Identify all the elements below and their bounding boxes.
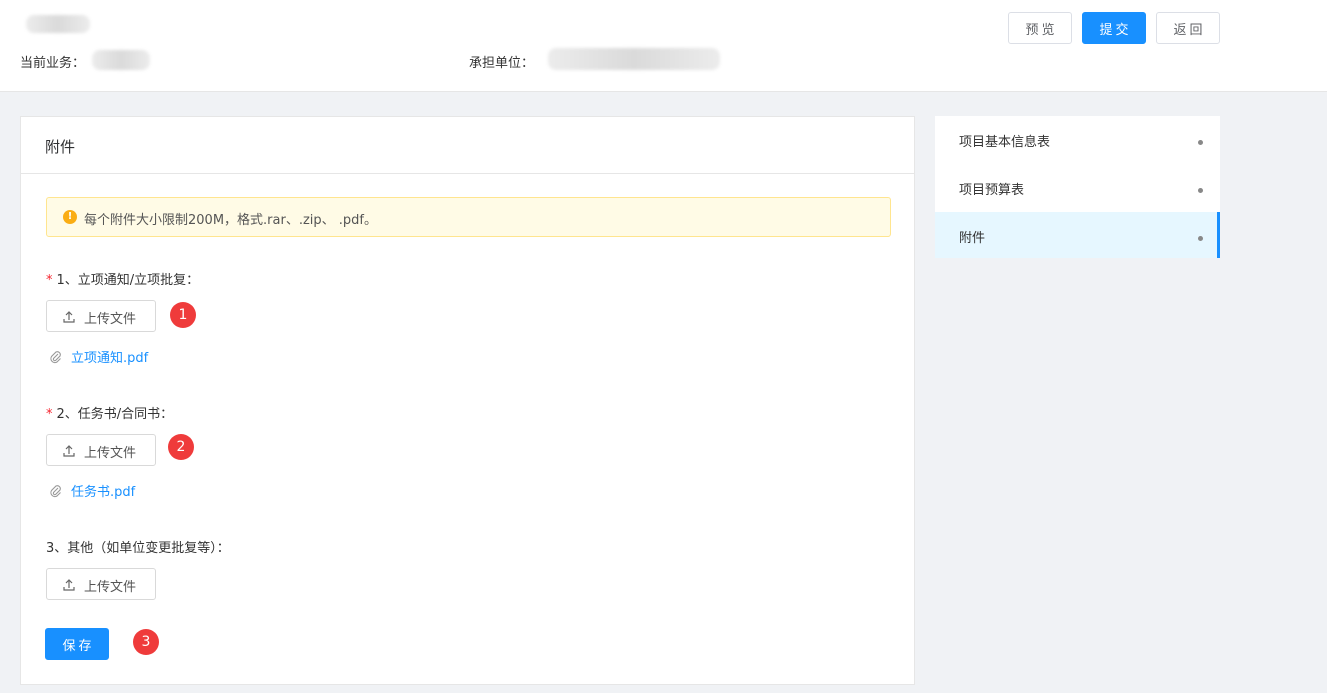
upload-icon [63, 311, 75, 323]
upload-button-3[interactable]: 上传文件 [46, 568, 156, 600]
save-button[interactable]: 保存 [45, 628, 109, 660]
submit-button[interactable]: 提交 [1082, 12, 1146, 44]
attachment-card: 附件 ! 每个附件大小限制200M，格式.rar、.zip、 .pdf。 * 1、… [20, 116, 915, 685]
notice-text: 每个附件大小限制200M，格式.rar、.zip、 .pdf。 [84, 213, 377, 228]
file-link-1[interactable]: 立项通知.pdf [49, 347, 148, 366]
blurred-current-business-value [92, 50, 150, 70]
section-1-label: * 1、立项通知/立项批复： [46, 273, 200, 288]
section-2-label: * 2、任务书/合同书： [46, 407, 174, 422]
size-limit-notice: ! 每个附件大小限制200M，格式.rar、.zip、 .pdf。 [46, 197, 891, 237]
blurred-page-title [26, 15, 90, 33]
file-link-2[interactable]: 任务书.pdf [49, 481, 135, 500]
step-marker-2: 2 [168, 434, 194, 460]
warning-icon: ! [63, 210, 77, 224]
nav-dot-icon [1198, 188, 1203, 193]
required-mark: * [46, 407, 53, 422]
section-3-label: 3、其他（如单位变更批复等）： [46, 541, 230, 556]
step-marker-1: 1 [170, 302, 196, 328]
active-indicator [1217, 212, 1220, 258]
upload-button-1[interactable]: 上传文件 [46, 300, 156, 332]
upload-button-label: 上传文件 [84, 580, 137, 595]
upload-icon [63, 579, 75, 591]
paperclip-icon [50, 351, 61, 364]
page-header: 当前业务： 承担单位： 预览 提交 返回 [0, 0, 1327, 92]
upload-button-label: 上传文件 [84, 446, 137, 461]
card-title: 附件 [21, 117, 914, 174]
nav-dot-icon [1198, 140, 1203, 145]
back-button[interactable]: 返回 [1156, 12, 1220, 44]
nav-item-attachment[interactable]: 附件 [935, 212, 1220, 258]
undertaking-unit-label: 承担单位： [469, 56, 535, 71]
nav-dot-icon [1198, 236, 1203, 241]
preview-button[interactable]: 预览 [1008, 12, 1072, 44]
upload-button-2[interactable]: 上传文件 [46, 434, 156, 466]
upload-icon [63, 445, 75, 457]
upload-button-label: 上传文件 [84, 312, 137, 327]
current-business-label: 当前业务： [20, 56, 86, 71]
nav-item-label: 项目基本信息表 [959, 135, 1051, 150]
nav-item-project-basic-info[interactable]: 项目基本信息表 [935, 116, 1220, 162]
side-navigation: 项目基本信息表 项目预算表 附件 [935, 116, 1220, 258]
nav-item-label: 项目预算表 [959, 183, 1025, 198]
blurred-undertaking-unit-value [548, 48, 720, 70]
nav-item-label: 附件 [959, 231, 986, 246]
nav-item-project-budget[interactable]: 项目预算表 [935, 164, 1220, 210]
paperclip-icon [50, 485, 61, 498]
step-marker-3: 3 [133, 629, 159, 655]
required-mark: * [46, 273, 53, 288]
